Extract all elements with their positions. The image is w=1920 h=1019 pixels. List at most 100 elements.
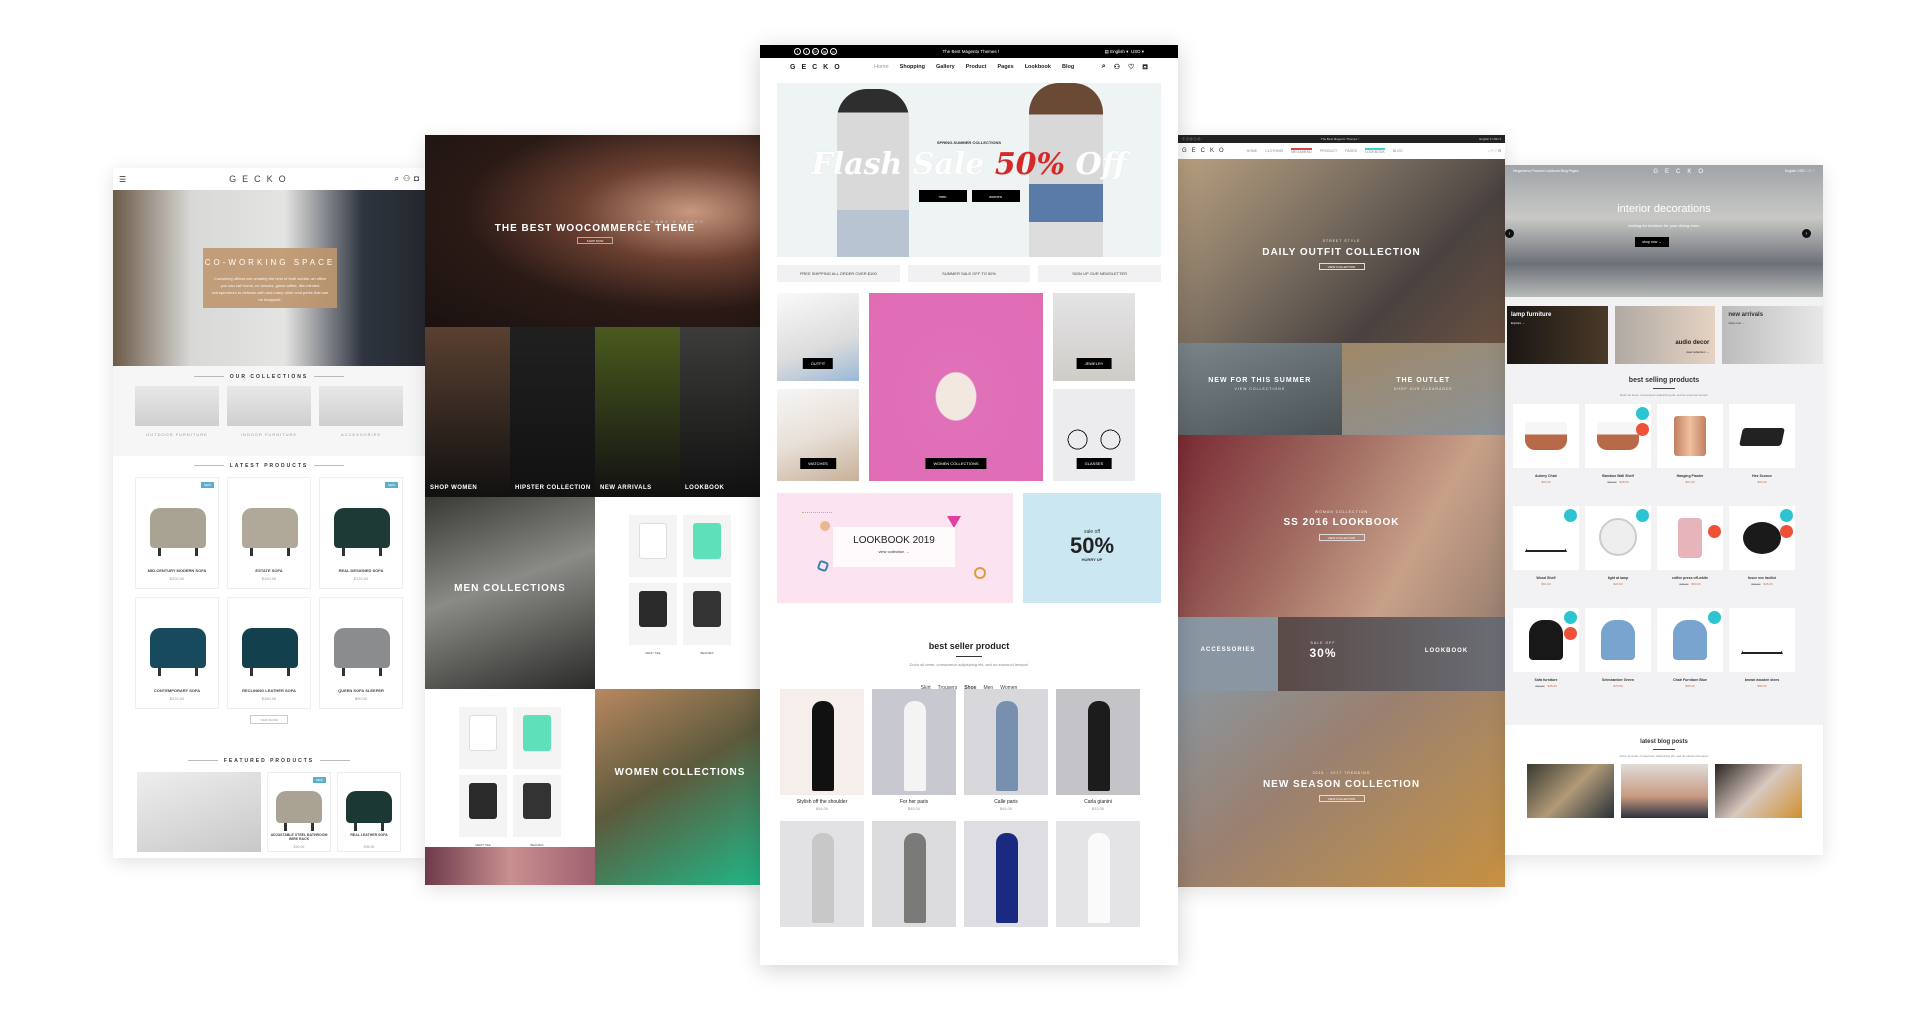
product-card[interactable]: RECLINING LEATHER SOFA $180.00 [227,597,311,709]
product-name[interactable]: Wood Shelf [1513,576,1579,580]
lookbook-banner[interactable]: WOMAN COLLECTION SS 2016 LOOKBOOK VIEW C… [1178,435,1505,617]
daily-outfit-banner[interactable]: STREET STYLE DAILY OUTFIT COLLECTION VIE… [1178,159,1505,343]
product-card[interactable]: Selectamber Green $70.00 [1585,608,1651,688]
user-icon[interactable]: ⚇ [1114,63,1120,72]
language-selector[interactable]: English ▾ USD ▾ [1479,137,1501,141]
sale-banner[interactable]: SALE OFF 30% LOOKBOOK [1278,617,1505,691]
product-name[interactable]: Chair Furniture Blue [1657,678,1723,682]
product-name[interactable]: Sofa furniture [1513,678,1579,682]
nav-link-product[interactable]: PRODUCT [1320,149,1337,153]
product-name[interactable]: brown wooden stees [1729,678,1795,682]
product-card[interactable]: Aubrey Chair $50.00 [1513,404,1579,484]
new-arrivals-banner[interactable]: new arrivals shop now → [1722,306,1823,364]
category-women-collections[interactable]: WOMEN COLLECTIONS [869,293,1043,481]
product-item[interactable]: DEMY TEE [629,515,677,587]
promo-summer-sale[interactable]: SUMMER SALE OFF TO 50% [907,265,1031,282]
product-item[interactable]: DEMY TEE [459,775,507,847]
product-card[interactable] [872,821,956,931]
product-item[interactable]: DEMY TEE [629,583,677,655]
product-name[interactable]: ESTATE SOFA [228,568,310,573]
nav-link-megamenu[interactable]: MEGAMENU [1291,148,1312,154]
product-name[interactable]: QUEEN SOFA SLEEPER [320,688,402,693]
product-name[interactable]: For her paris [872,799,956,805]
product-name[interactable]: ADJUSTABLE STEEL BATHROOM WIRE RACK [270,833,328,841]
view-collection-button[interactable]: VIEW COLLECTION [1318,263,1365,270]
product-item[interactable]: BEANIES [683,583,731,655]
product-name[interactable]: Carla gianini [1056,799,1140,805]
logo[interactable]: GECKO [790,64,874,71]
nav-link-gallery[interactable]: Gallery [936,64,955,70]
product-card[interactable]: Carla gianini $33.00 [1056,689,1140,811]
product-card[interactable]: Stylish off the shoulder $54.00 [780,689,864,811]
product-name[interactable]: Bamboo Wall Shelf [1585,474,1651,478]
product-name[interactable]: REAL DESIGNED SOFA [320,568,402,573]
view-more-button[interactable]: VIEW MORE [250,715,288,724]
view-collection-link[interactable]: view collection → [833,549,955,554]
view-collection-button[interactable]: VIEW COLLECTION [1318,534,1365,541]
nav-link-home[interactable]: Home [874,64,889,70]
accessories-banner[interactable]: ACCESSORIES [1178,617,1278,691]
nav-link-lookbook[interactable]: LOOKBOOK [1365,148,1385,154]
product-name[interactable]: Aubrey Chair [1513,474,1579,478]
category-outfit[interactable]: OUTFIT [777,293,859,381]
women-collections-banner[interactable]: WOMEN COLLECTIONS [595,689,765,885]
social-icon[interactable]: p [830,48,837,55]
product-card[interactable] [780,821,864,931]
product-name[interactable]: fusce nec facilisi [1729,576,1795,580]
product-card[interactable]: Hanging Planter $67.00 [1657,404,1723,484]
category-tile[interactable]: SHOP WOMEN [425,327,510,497]
women-button[interactable]: women [971,190,1020,202]
product-card[interactable]: Hex Sconce $90.00 [1729,404,1795,484]
product-name[interactable]: REAL LEATHER SOFA [340,833,398,837]
nav-links[interactable]: Megamenu Product Lookbook Blog Pages [1513,169,1579,175]
next-arrow-icon[interactable]: › [1802,229,1811,238]
new-summer-banner[interactable]: NEW FOR THIS SUMMER VIEW COLLECTIONS [1178,343,1342,435]
product-card[interactable]: ESTATE SOFA $150.00 [227,477,311,589]
sale-banner[interactable]: sale off 50% HURRY UP [1023,493,1161,603]
collection-item[interactable]: ACCESSORIES [319,386,403,437]
blog-post-image[interactable] [1620,764,1708,818]
product-name[interactable]: Stylish off the shoulder [780,799,864,805]
locale-selector[interactable]: English USD [1785,169,1805,173]
men-collections-banner[interactable]: MEN COLLECTIONS [425,497,595,689]
product-name[interactable]: Hex Sconce [1729,474,1795,478]
product-name[interactable]: CONTEMPORARY SOFA [136,688,218,693]
cart-icon[interactable]: ◘ [414,174,419,184]
social-icon[interactable]: t [803,48,810,55]
category-tile[interactable]: HIPSTER COLLECTION [510,327,595,497]
product-card[interactable]: For her paris $45.00 [872,689,956,811]
blog-post-image[interactable] [1714,764,1802,818]
audio-decor-banner[interactable]: audio decor view collection → [1614,306,1716,364]
social-icons[interactable]: ⓕ ⓣ ⓖ ⓘ ⓟ [1182,137,1200,141]
menu-icon[interactable]: ☰ [119,175,126,184]
lamp-furniture-banner[interactable]: lamp furniture Explore → [1507,306,1608,364]
product-card[interactable]: NEW REAL DESIGNED SOFA $120.00 [319,477,403,589]
category-glasses[interactable]: GLASSES [1053,389,1135,481]
product-name[interactable]: Hanging Planter [1657,474,1723,478]
men-button[interactable]: men [918,190,967,202]
nav-link-pages[interactable]: PAGES [1345,149,1357,153]
shop-now-button[interactable]: SHOP NOW [577,237,613,244]
category-tile[interactable]: NEW ARRIVALS [595,327,680,497]
product-name[interactable]: coffee press off-white [1657,576,1723,580]
product-card[interactable]: NEW ADJUSTABLE STEEL BATHROOM WIRE RACK $4… [267,772,331,852]
product-card[interactable]: Wood Shelf $61.00 [1513,506,1579,586]
nav-right[interactable]: English USD ⌕ ⚇ ♡ [1785,169,1815,175]
social-icon[interactable]: ig [821,48,828,55]
banner-link[interactable]: shop now → [1728,321,1745,325]
product-card[interactable]: Chair Furniture Blue $65.00 [1657,608,1723,688]
language-selector[interactable]: ▤ English ▾ [1105,49,1129,54]
product-card[interactable]: CONTEMPORARY SOFA $220.00 [135,597,219,709]
nav-link-shopping[interactable]: Shopping [900,64,925,70]
promo-free-shipping[interactable]: FREE SHIPPING ALL ORDER OVER $100 [777,265,900,282]
currency-selector[interactable]: USD ▾ [1131,49,1144,54]
product-name[interactable]: light at lamp [1585,576,1651,580]
product-card[interactable] [964,821,1048,931]
product-card[interactable]: Calle paris $45.00 [964,689,1048,811]
product-name[interactable]: Selectamber Green [1585,678,1651,682]
product-card[interactable]: Sofa furniture $60.00 $45.00 [1513,608,1579,688]
product-name[interactable]: RECLINING LEATHER SOFA [228,688,310,693]
product-card[interactable]: NEW MID-CENTURY MODERN SOFA $200.00 [135,477,219,589]
cart-icon[interactable]: ⛾ [1142,63,1148,72]
nav-link-clothing[interactable]: CLOTHING [1265,149,1283,153]
